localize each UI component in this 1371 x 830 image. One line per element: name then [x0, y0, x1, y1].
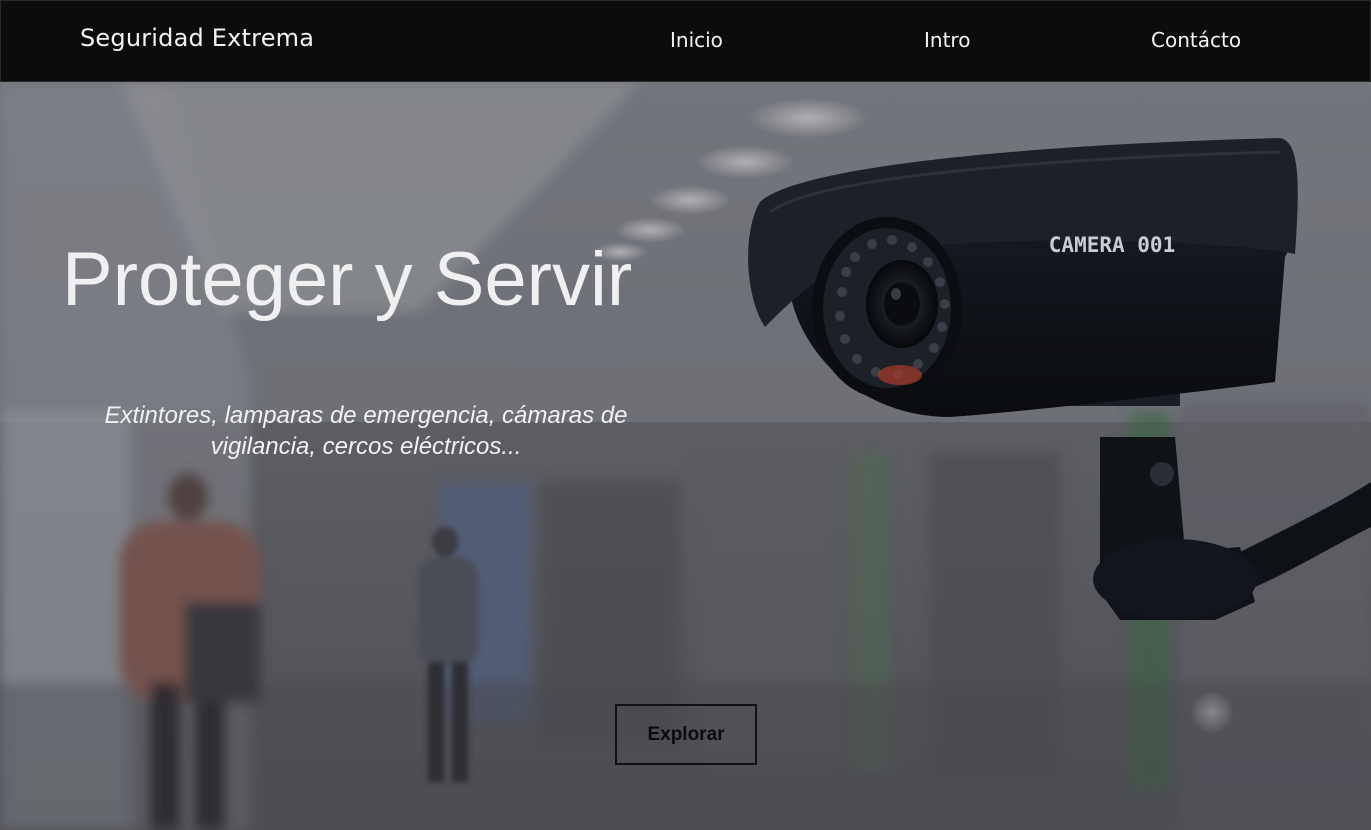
hero-section: CAMERA 001 Proteger y Servir Extintores,… — [0, 82, 1371, 830]
camera-label-text: CAMERA 001 — [1049, 233, 1175, 257]
hero-title: Proteger y Servir — [62, 237, 633, 322]
nav-link-intro[interactable]: Intro — [924, 28, 970, 52]
brand-logo-link[interactable]: Seguridad Extrema — [80, 24, 314, 52]
hero-subtitle: Extintores, lamparas de emergencia, cáma… — [104, 402, 628, 460]
top-navbar: Seguridad Extrema Inicio Intro Contácto — [0, 0, 1371, 82]
explore-button[interactable]: Explorar — [615, 704, 757, 765]
nav-link-contacto[interactable]: Contácto — [1151, 28, 1241, 52]
nav-link-inicio[interactable]: Inicio — [670, 28, 723, 52]
